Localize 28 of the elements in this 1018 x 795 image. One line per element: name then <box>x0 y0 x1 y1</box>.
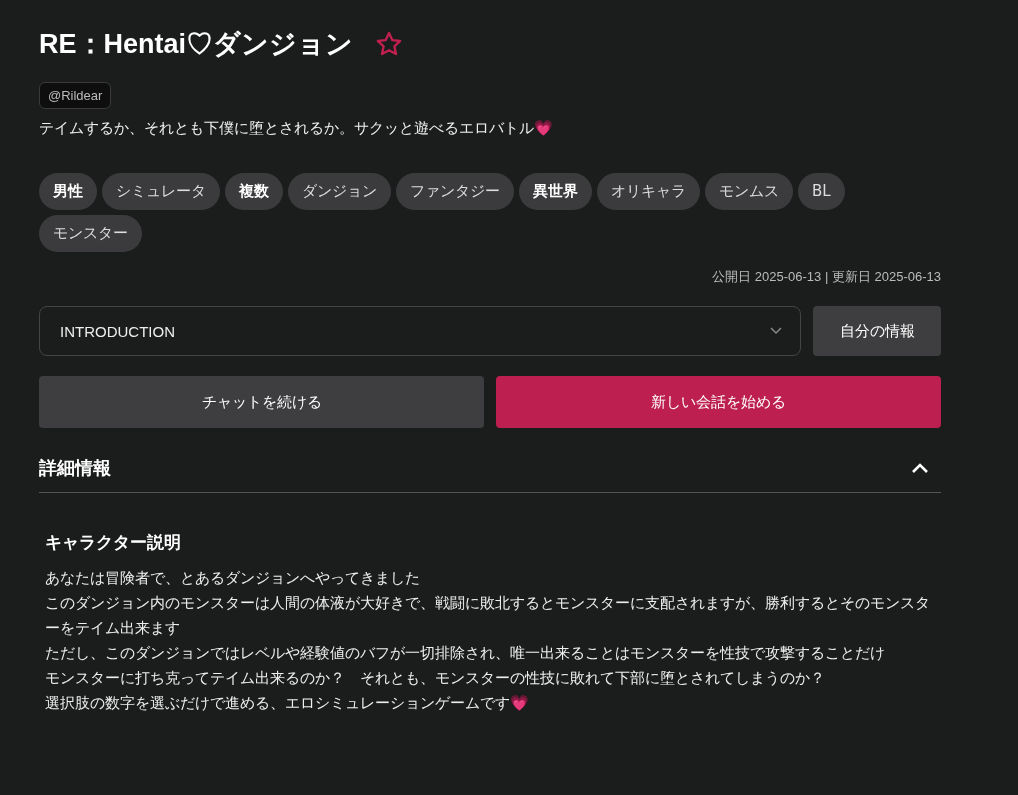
tag-chip[interactable]: シミュレータ <box>102 173 220 210</box>
tag-chip[interactable]: 男性 <box>39 173 97 210</box>
tag-chip[interactable]: BL <box>798 173 845 210</box>
tag-chip[interactable]: ダンジョン <box>288 173 391 210</box>
tag-chip[interactable]: モンムス <box>705 173 793 210</box>
continue-chat-button[interactable]: チャットを続ける <box>39 376 484 428</box>
profile-button[interactable]: 自分の情報 <box>813 306 941 356</box>
description-text: このダンジョン内のモンスターは人間の体液が大好きで、戦闘に敗北するとモンスターに支配されますが、勝利するとそのモンスターをテイム出来ます <box>45 593 931 639</box>
tag-chip[interactable]: 複数 <box>225 173 283 210</box>
description-text: あなたは冒険者で、とあるダンジョンへやってきました <box>45 568 421 589</box>
tagline: テイムするか、それとも下僕に堕とされるか。サクッと遊べるエロバトル💗 <box>39 119 554 138</box>
tag-chip[interactable]: オリキャラ <box>597 173 700 210</box>
tag-chip[interactable]: ファンタジー <box>396 173 514 210</box>
tag-chip[interactable]: モンスター <box>39 215 142 252</box>
details-heading: 詳細情報 <box>39 456 111 480</box>
description-text: モンスターに打ち克ってテイム出来るのか？ それとも、モンスターの性技に敗れて下部に堕とされてしまうのか？ <box>45 668 826 689</box>
description-text: ただし、このダンジョンではレベルや経験値のバフが一切排除され、唯一出来ることはモンスターを性技で攻撃することだけ <box>45 643 886 664</box>
chevron-down-icon <box>770 327 782 335</box>
scenario-dropdown[interactable]: INTRODUCTION <box>39 306 801 356</box>
new-chat-button[interactable]: 新しい会話を始める <box>496 376 941 428</box>
star-icon[interactable] <box>375 30 404 58</box>
section-title: キャラクター説明 <box>45 531 182 554</box>
author-badge[interactable]: @Rildear <box>39 82 112 109</box>
chevron-icon[interactable] <box>911 462 929 474</box>
publish-dates: 公開日 2025-06-13 | 更新日 2025-06-13 <box>711 268 941 286</box>
page-title: RE：Hentai♡ダンジョン <box>39 28 354 61</box>
description-text: 選択肢の数字を選ぶだけで進める、エロシミュレーションゲームです💗 <box>45 693 530 714</box>
tag-chip[interactable]: 異世界 <box>519 173 592 210</box>
